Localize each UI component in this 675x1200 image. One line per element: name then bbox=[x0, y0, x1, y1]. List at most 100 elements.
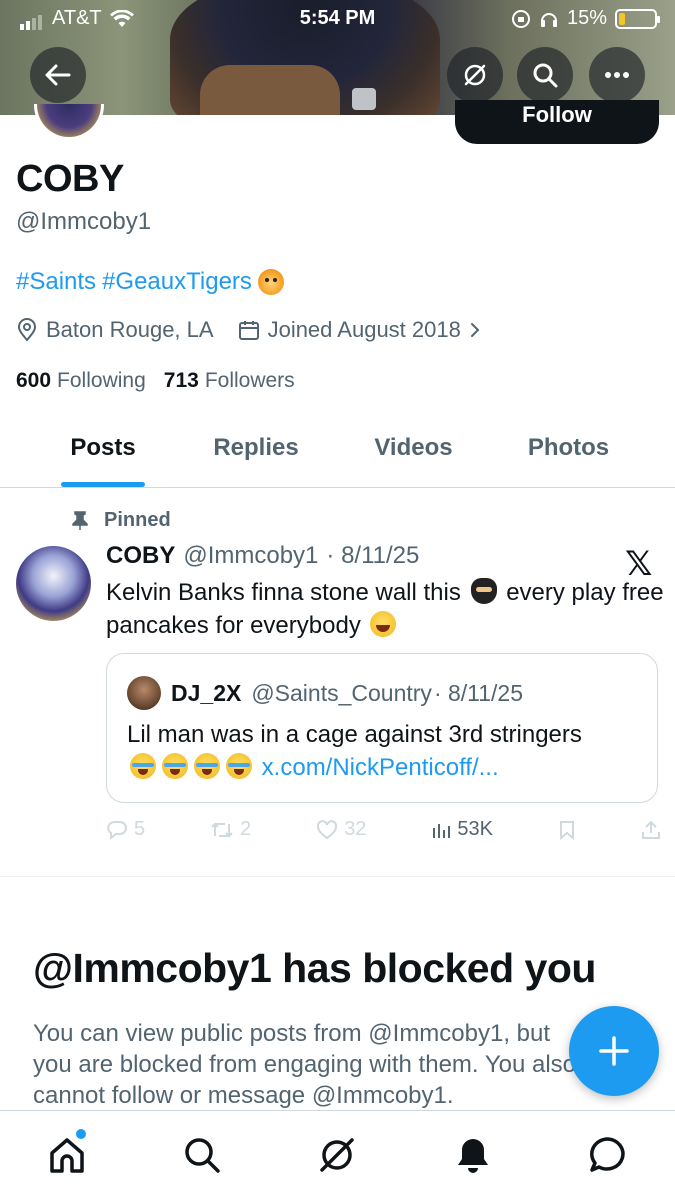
blocked-message: You can view public posts from @Immcoby1… bbox=[33, 1020, 577, 1109]
hashtag-saints[interactable]: #Saints bbox=[16, 268, 96, 296]
battery-icon bbox=[615, 8, 660, 29]
like-count: 32 bbox=[344, 818, 367, 840]
search-button[interactable] bbox=[517, 47, 573, 103]
calendar-icon bbox=[238, 321, 259, 340]
like-button[interactable]: 32 bbox=[316, 818, 366, 841]
quoted-author-handle: @Saints_Country bbox=[251, 679, 432, 706]
reply-icon bbox=[107, 820, 127, 840]
crying-emoji-icon bbox=[162, 753, 188, 779]
profile-meta: Baton Rouge, LA Joined August 2018 bbox=[16, 317, 481, 343]
tab-replies[interactable]: Replies bbox=[206, 410, 306, 487]
following-label: Following bbox=[57, 369, 146, 392]
grok-icon bbox=[464, 64, 486, 86]
plus-icon bbox=[599, 1036, 629, 1066]
banner-photo-bag bbox=[200, 65, 340, 115]
post-actions: 5 2 32 53K bbox=[106, 818, 661, 841]
hashtag-geauxtigers[interactable]: #GeauxTigers bbox=[102, 268, 252, 296]
follow-stats: 600 Following 713 Followers bbox=[16, 369, 295, 393]
message-icon bbox=[590, 1137, 625, 1172]
tab-posts[interactable]: Posts bbox=[0, 410, 206, 487]
repost-count: 2 bbox=[240, 818, 252, 840]
search-icon bbox=[533, 63, 558, 88]
joined-item[interactable]: Joined August 2018 bbox=[238, 317, 481, 343]
profile-handle: @Immcoby1 bbox=[16, 208, 152, 235]
home-notification-dot bbox=[76, 1129, 86, 1139]
more-horizontal-icon bbox=[605, 72, 629, 78]
reply-count: 5 bbox=[134, 818, 146, 840]
nav-explore[interactable] bbox=[180, 1133, 224, 1177]
more-options-button[interactable] bbox=[589, 47, 645, 103]
reply-button[interactable]: 5 bbox=[106, 818, 145, 841]
post-author-handle[interactable]: @Immcoby1 bbox=[183, 542, 318, 570]
grok-button[interactable] bbox=[447, 47, 503, 103]
blocked-title: @Immcoby1 has blocked you bbox=[33, 945, 596, 991]
followers-link[interactable]: 713 Followers bbox=[164, 369, 295, 393]
views-count: 53K bbox=[457, 818, 493, 840]
joined-text: Joined August 2018 bbox=[267, 317, 461, 342]
post-date: · 8/11/25 bbox=[326, 542, 420, 569]
grok-icon bbox=[320, 1138, 354, 1172]
nav-notifications[interactable] bbox=[451, 1133, 495, 1177]
follow-button[interactable]: Follow bbox=[455, 100, 659, 144]
nav-grok[interactable] bbox=[315, 1133, 359, 1177]
laughing-emoji-icon bbox=[370, 611, 397, 637]
quoted-author-name: DJ_2X bbox=[171, 679, 242, 706]
quoted-post-header: DJ_2X @Saints_Country · 8/11/25 bbox=[127, 676, 523, 710]
nav-messages[interactable] bbox=[586, 1133, 630, 1177]
battery-percent: 15% bbox=[566, 7, 607, 29]
quoted-text: Lil man was in a cage against 3rd string… bbox=[127, 721, 582, 748]
crying-emoji-icon bbox=[226, 753, 252, 779]
repost-icon bbox=[211, 822, 233, 837]
following-link[interactable]: 600 Following bbox=[16, 369, 146, 393]
tiger-emoji-icon bbox=[257, 269, 284, 295]
status-bar: AT&T 5:54 PM 15% bbox=[0, 0, 675, 38]
following-count: 600 bbox=[16, 369, 52, 392]
location-pin-icon bbox=[17, 318, 37, 342]
quoted-author-avatar bbox=[127, 676, 161, 710]
nav-home[interactable] bbox=[45, 1133, 89, 1177]
chevron-right-icon bbox=[470, 323, 480, 337]
ninja-emoji-icon bbox=[470, 578, 497, 604]
arrow-left-icon bbox=[45, 64, 71, 86]
tab-videos[interactable]: Videos bbox=[306, 410, 521, 487]
banner-photo-watch bbox=[352, 88, 376, 110]
bell-icon bbox=[458, 1139, 488, 1173]
profile-tabs: Posts Replies Videos Photos bbox=[0, 410, 675, 488]
repost-button[interactable]: 2 bbox=[210, 818, 251, 841]
compose-post-button[interactable] bbox=[569, 1006, 659, 1096]
pinned-label: Pinned bbox=[104, 509, 171, 531]
share-icon bbox=[641, 820, 660, 839]
post-author-name[interactable]: COBY bbox=[106, 542, 175, 570]
orientation-lock-icon bbox=[511, 9, 530, 28]
analytics-icon bbox=[433, 823, 451, 838]
profile-name: COBY bbox=[16, 158, 124, 200]
post-text-part1: Kelvin Banks finna stone wall this bbox=[106, 579, 461, 606]
post-text[interactable]: Kelvin Banks finna stone wall this every… bbox=[106, 576, 666, 642]
post-header: COBY @Immcoby1 · 8/11/25 bbox=[106, 542, 419, 570]
divider bbox=[0, 876, 675, 877]
crying-emoji-icon bbox=[194, 753, 220, 779]
bookmark-button[interactable] bbox=[558, 818, 576, 841]
quoted-date: · 8/11/25 bbox=[433, 679, 524, 706]
bookmark-icon bbox=[559, 820, 574, 840]
followers-label: Followers bbox=[204, 369, 295, 392]
tab-photos[interactable]: Photos bbox=[521, 410, 616, 487]
home-icon bbox=[50, 1138, 84, 1173]
profile-bio: #Saints #GeauxTigers bbox=[16, 268, 284, 296]
post-author-avatar[interactable] bbox=[16, 546, 91, 621]
quoted-post[interactable]: DJ_2X @Saints_Country · 8/11/25 Lil man w… bbox=[106, 653, 658, 803]
back-button[interactable] bbox=[30, 47, 86, 103]
quoted-post-text: Lil man was in a cage against 3rd string… bbox=[127, 718, 647, 784]
views-button[interactable]: 53K bbox=[431, 818, 493, 841]
quoted-link[interactable]: x.com/NickPenticoff/... bbox=[262, 754, 499, 781]
location-text: Baton Rouge, LA bbox=[46, 317, 214, 342]
followers-count: 713 bbox=[163, 369, 199, 392]
search-icon bbox=[185, 1138, 220, 1173]
pinned-indicator: Pinned bbox=[72, 509, 171, 532]
heart-icon bbox=[317, 819, 338, 839]
bottom-navigation bbox=[0, 1110, 675, 1200]
share-button[interactable] bbox=[641, 818, 661, 841]
profile-avatar[interactable] bbox=[34, 104, 104, 140]
headphones-icon bbox=[540, 12, 557, 27]
pin-icon bbox=[72, 510, 88, 530]
